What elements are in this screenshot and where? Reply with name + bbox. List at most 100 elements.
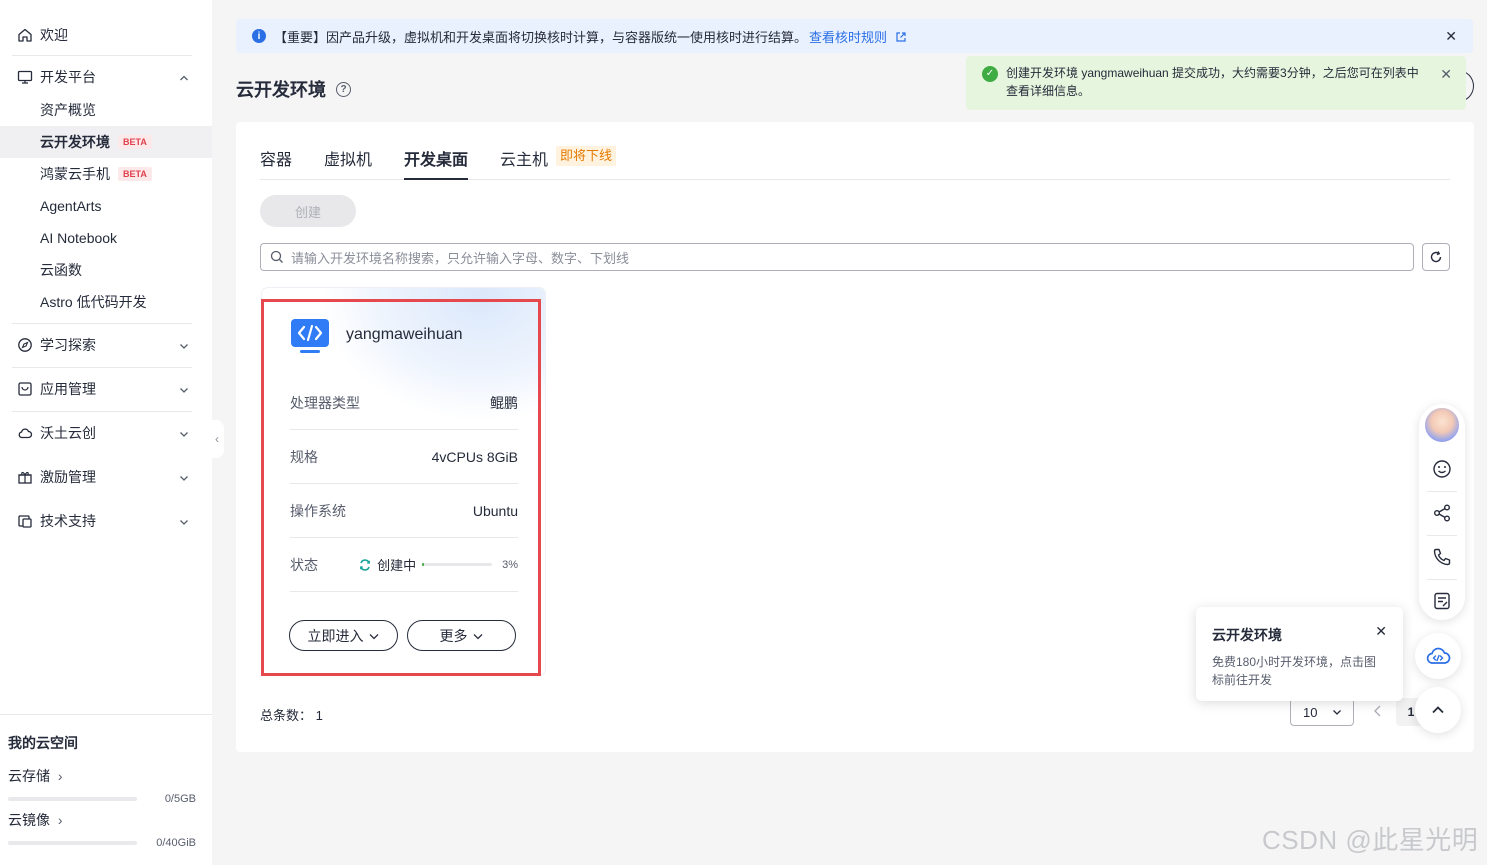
sidebar-item-label: AI Notebook	[40, 230, 118, 246]
sidebar-item-astro[interactable]: Astro 低代码开发	[0, 286, 212, 318]
popup-description: 免费180小时开发环境，点击图标前往开发	[1212, 655, 1377, 687]
sidebar-item-asset-overview[interactable]: 资产概览	[0, 94, 212, 126]
total-value: 1	[315, 708, 323, 723]
close-toast-icon[interactable]: ✕	[1440, 65, 1452, 83]
processor-type-row: 处理器类型 鲲鹏	[290, 376, 518, 430]
page-size-value: 10	[1303, 704, 1318, 720]
chevron-up-icon	[1432, 706, 1444, 714]
card-header: yangmaweihuan	[290, 318, 463, 353]
progress-fill	[422, 563, 425, 566]
status-row: 状态 创建中 3%	[290, 538, 518, 592]
env-type-tabs: 容器 虚拟机 开发桌面 云主机 即将下线	[260, 144, 1450, 180]
my-cloud-space-title: 我的云空间	[8, 735, 78, 751]
sidebar-item-cloud-function[interactable]: 云函数	[0, 254, 212, 286]
sidebar-divider	[12, 323, 192, 324]
tab-dev-desktop[interactable]: 开发桌面	[404, 144, 469, 180]
storage-usage-value: 0/5GB	[164, 793, 196, 805]
contact-button[interactable]	[1430, 545, 1454, 569]
progress-percent: 3%	[502, 558, 518, 571]
tab-cloud-host[interactable]: 云主机 即将下线	[500, 144, 617, 180]
chevron-down-icon	[178, 339, 190, 355]
cloud-code-icon	[1426, 647, 1451, 664]
refresh-button[interactable]	[1422, 243, 1450, 271]
sidebar-item-label: 云开发环境	[40, 134, 110, 150]
tab-label: 容器	[260, 152, 293, 169]
back-to-top-button[interactable]	[1415, 687, 1461, 733]
nav-tech-support[interactable]: 技术支持	[0, 505, 212, 537]
status-value: 创建中 3%	[359, 555, 518, 574]
sidebar-item-ai-notebook[interactable]: AI Notebook	[0, 222, 212, 254]
more-button[interactable]: 更多	[407, 620, 516, 651]
deprecation-badge: 即将下线	[556, 146, 617, 166]
nav-group-label: 技术支持	[40, 513, 96, 529]
phone-icon	[1433, 548, 1451, 566]
sidebar-item-agentarts[interactable]: AgentArts	[0, 190, 212, 222]
assistant-avatar[interactable]	[1423, 406, 1461, 444]
cloud-image-label: 云镜像	[8, 812, 50, 828]
chevron-down-icon	[178, 383, 190, 399]
storage-usage-bar	[8, 797, 137, 801]
row-value: 鲲鹏	[490, 394, 518, 411]
sidebar-item-label: AgentArts	[40, 198, 102, 214]
image-usage-bar	[8, 841, 137, 845]
cloud-storage-link[interactable]: 云存储 ›	[8, 766, 63, 786]
sidebar-divider	[0, 714, 212, 715]
cloud-storage-label: 云存储	[8, 768, 50, 784]
tab-container[interactable]: 容器	[260, 144, 292, 180]
nav-dev-platform[interactable]: 开发平台	[0, 61, 212, 93]
nav-welcome-label: 欢迎	[40, 27, 68, 43]
page-title-text: 云开发环境	[236, 80, 326, 100]
creation-progress-bar	[422, 563, 493, 566]
gift-icon	[16, 468, 34, 486]
nav-app-management[interactable]: 应用管理	[0, 373, 212, 405]
notes-button[interactable]	[1430, 589, 1454, 613]
env-name[interactable]: yangmaweihuan	[346, 326, 463, 344]
sidebar-divider	[12, 55, 192, 56]
chevron-left-icon: ‹	[215, 432, 219, 446]
sidebar-collapse-toggle[interactable]: ‹	[210, 420, 224, 458]
prev-page-button[interactable]	[1372, 704, 1384, 721]
enter-now-button[interactable]: 立即进入	[289, 620, 398, 651]
page-size-select[interactable]: 10	[1290, 698, 1354, 726]
cloud-image-link[interactable]: 云镜像 ›	[8, 810, 63, 830]
search-input[interactable]: 请输入开发环境名称搜索，只允许输入字母、数字、下划线	[260, 243, 1414, 271]
chevron-down-icon	[178, 515, 190, 531]
nav-learn-explore[interactable]: 学习探索	[0, 329, 212, 361]
close-banner-icon[interactable]: ✕	[1445, 28, 1457, 45]
tab-label: 开发桌面	[404, 152, 469, 169]
billing-rules-link[interactable]: 查看核时规则	[809, 27, 907, 46]
support-icon	[16, 512, 34, 530]
toast-message: 创建开发环境 yangmaweihuan 提交成功，大约需要3分钟，之后您可在列…	[1006, 66, 1419, 98]
tab-label: 云主机	[500, 152, 549, 169]
compass-icon	[16, 336, 34, 354]
chevron-down-icon	[1333, 710, 1341, 715]
total-label: 总条数：	[260, 708, 313, 723]
feedback-button[interactable]	[1430, 457, 1454, 481]
os-row: 操作系统 Ubuntu	[290, 484, 518, 538]
home-icon	[16, 26, 34, 44]
success-toast: ✓ 创建开发环境 yangmaweihuan 提交成功，大约需要3分钟，之后您可…	[966, 56, 1466, 110]
row-key: 处理器类型	[290, 394, 360, 411]
notice-text: 【重要】因产品升级，虚拟机和开发桌面将切换核时计算，与容器版统一使用核时进行结算…	[274, 29, 808, 45]
check-circle-icon: ✓	[982, 66, 998, 82]
nav-group-label: 应用管理	[40, 381, 96, 397]
nav-welcome[interactable]: 欢迎	[0, 19, 212, 51]
create-button[interactable]: 创建	[260, 195, 356, 227]
chevron-up-icon	[178, 71, 190, 87]
sidebar-item-cloud-dev-env[interactable]: 云开发环境 BETA	[0, 126, 212, 158]
sidebar-item-label: 鸿蒙云手机	[40, 166, 110, 182]
sidebar-divider	[12, 411, 192, 412]
sidebar-item-harmony-cloud-phone[interactable]: 鸿蒙云手机 BETA	[0, 158, 212, 190]
cloud-dev-env-shortcut[interactable]	[1415, 633, 1461, 679]
smile-icon	[1433, 460, 1451, 478]
help-icon[interactable]: ?	[336, 81, 351, 97]
search-placeholder: 请输入开发环境名称搜索，只允许输入字母、数字、下划线	[291, 250, 630, 266]
tab-vm[interactable]: 虚拟机	[324, 144, 372, 180]
nav-wotu[interactable]: 沃土云创	[0, 417, 212, 449]
refresh-icon	[1430, 251, 1442, 263]
share-button[interactable]	[1430, 501, 1454, 525]
sidebar-item-label: Astro 低代码开发	[40, 294, 147, 310]
nav-dev-platform-label: 开发平台	[40, 69, 96, 85]
nav-incentive[interactable]: 激励管理	[0, 461, 212, 493]
close-popup-icon[interactable]: ✕	[1375, 623, 1387, 640]
